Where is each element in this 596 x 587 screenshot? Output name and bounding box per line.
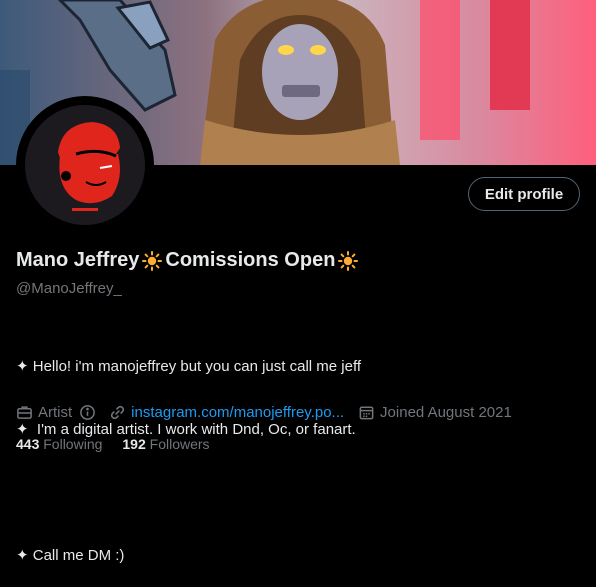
bio-line: ✦ Call me DM :) <box>16 547 125 564</box>
info-icon[interactable] <box>79 404 96 421</box>
following-link[interactable]: 443 Following <box>16 436 102 452</box>
followers-link[interactable]: 192 Followers <box>122 436 209 452</box>
joined-date: Joined August 2021 <box>380 404 512 421</box>
briefcase-icon <box>16 404 33 421</box>
category-item: Artist <box>16 404 96 421</box>
following-count: 443 <box>16 436 40 452</box>
avatar[interactable] <box>16 96 154 234</box>
followers-label: Followers <box>149 436 210 452</box>
link-icon <box>109 404 126 421</box>
website-item[interactable]: instagram.com/manojeffrey.po... <box>109 404 344 421</box>
profile-meta: Artist instagram.com/manojeffrey.po... J… <box>16 404 512 421</box>
bio-line <box>16 482 361 503</box>
edit-profile-button[interactable]: Edit profile <box>468 177 580 211</box>
follow-counts: 443 Following 192 Followers <box>16 436 210 452</box>
avatar-image <box>21 101 149 229</box>
sun-icon <box>142 250 163 271</box>
calendar-icon <box>358 404 375 421</box>
website-link[interactable]: instagram.com/manojeffrey.po... <box>131 404 344 421</box>
followers-count: 192 <box>122 436 146 452</box>
display-name: Mano Jeffrey <box>16 249 140 271</box>
category-label: Artist <box>38 404 73 421</box>
joined-item: Joined August 2021 <box>358 404 512 421</box>
profile-handle: @ManoJeffrey_ <box>16 280 122 297</box>
following-label: Following <box>43 436 103 452</box>
sun-icon <box>338 250 359 271</box>
profile-name: Mano Jeffrey Comissions Open <box>16 249 359 272</box>
status-text: Comissions Open <box>165 249 336 271</box>
bio-line: ✦ Hello! i'm manojeffrey but you can jus… <box>16 358 362 375</box>
